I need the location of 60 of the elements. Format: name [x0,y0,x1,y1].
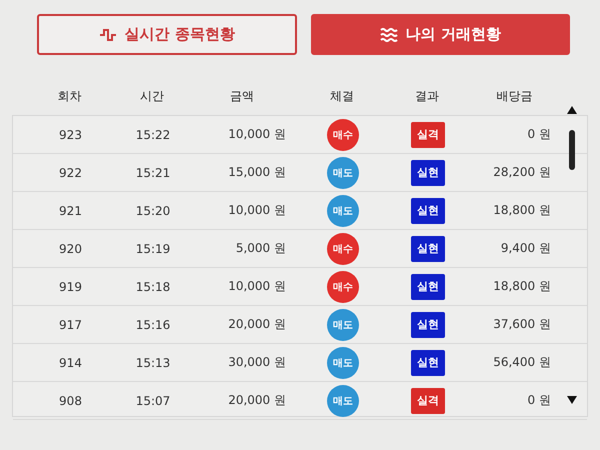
round-cell-text: 921 [58,204,83,218]
amount-cell-text: 20,000 원 [227,316,287,333]
time-cell-text: 15:13 [134,356,172,370]
amount-cell-text: 10,000 원 [227,278,287,295]
scrollbar-thumb[interactable] [569,130,575,170]
result-badge: 실현 [411,160,445,186]
column-header: 결과 [414,88,440,105]
time-cell-text: 15:19 [134,242,172,256]
payout-cell-text: 9,400 원 [500,240,552,257]
column-header: 금액 [229,88,255,105]
result-badge: 실현 [411,350,445,376]
trade-badge: 매도 [327,346,359,378]
trade-badge: 매수 [327,118,359,150]
trade-badge: 매도 [327,384,359,416]
amount-cell-text: 15,000 원 [227,164,287,181]
trade-badge: 매도 [327,194,359,226]
trade-badge: 매수 [327,232,359,264]
result-badge: 실현 [411,312,445,338]
column-header: 체결 [329,88,355,105]
amount-cell-text: 5,000 원 [234,240,287,257]
waves-icon [380,28,398,42]
tab[interactable]: 실시간 종목현황 [37,14,296,55]
amount-cell-text: 30,000 원 [227,354,287,371]
result-badge: 실현 [411,198,445,224]
result-badge: 실현 [411,236,445,262]
payout-cell-text: 18,800 원 [492,202,552,219]
payout-cell-text: 28,200 원 [492,164,552,181]
trade-badge: 매도 [327,308,359,340]
column-header: 회차 [56,88,82,105]
amount-cell-text: 20,000 원 [227,392,287,409]
time-cell-text: 15:16 [134,318,172,332]
time-cell-text: 15:21 [134,166,172,180]
tab[interactable]: 나의 거래현황 [310,14,570,55]
time-cell-text: 15:22 [134,128,172,142]
round-cell-text: 923 [58,128,83,142]
result-badge: 실현 [411,274,445,300]
round-cell-text: 922 [58,166,83,180]
trade-badge: 매수 [327,270,359,302]
round-cell-text: 914 [58,356,83,370]
time-cell-text: 15:07 [134,394,172,408]
column-header: 시간 [139,88,165,105]
round-cell-text: 920 [58,242,83,256]
amount-cell-text: 10,000 원 [227,202,287,219]
result-badge: 실격 [411,388,445,414]
time-cell-text: 15:20 [134,204,172,218]
payout-cell-text: 0 원 [526,126,552,143]
round-cell-text: 908 [58,394,83,408]
pulse-icon [98,28,117,42]
result-badge: 실격 [411,122,445,148]
payout-cell-text: 0 원 [526,392,552,409]
payout-cell-text: 37,600 원 [492,316,552,333]
amount-cell-text: 10,000 원 [227,126,287,143]
payout-cell-text: 56,400 원 [492,354,552,371]
trade-badge: 매도 [327,156,359,188]
payout-cell-text: 18,800 원 [492,278,552,295]
round-cell-text: 919 [58,280,83,294]
column-header: 배당금 [496,88,534,105]
round-cell-text: 917 [58,318,83,332]
time-cell-text: 15:18 [134,280,172,294]
scroll-down-icon[interactable] [567,396,577,404]
